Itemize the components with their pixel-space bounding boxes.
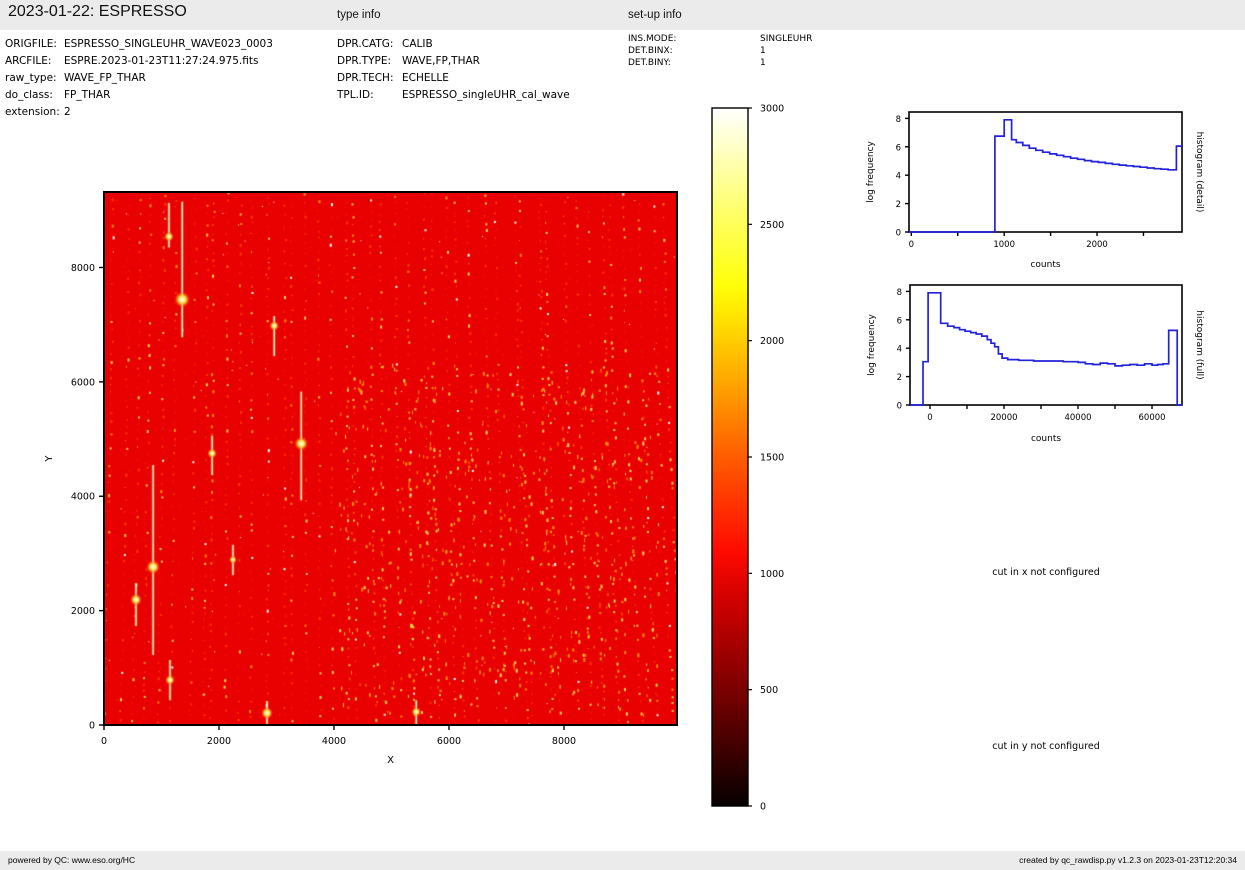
svg-text:0: 0 [760, 802, 766, 813]
svg-text:20000: 20000 [990, 413, 1017, 423]
field-value: CALIB [402, 38, 433, 50]
svg-text:histogram (full): histogram (full) [1194, 310, 1204, 379]
file-info-row: do_class:FP_THAR [5, 87, 273, 104]
field-value: SINGLEUHR [760, 34, 812, 44]
field-label: extension: [5, 104, 64, 121]
svg-text:0: 0 [89, 721, 95, 732]
field-label: DPR.CATG: [337, 36, 402, 53]
type-info-heading: type info [337, 9, 380, 21]
svg-text:2: 2 [896, 200, 901, 210]
svg-text:log frequency: log frequency [866, 140, 876, 202]
field-value: WAVE_FP_THAR [64, 72, 146, 84]
svg-text:counts: counts [1031, 434, 1061, 444]
field-label: INS.MODE: [628, 33, 760, 45]
setup-info-block: INS.MODE:SINGLEUHR DET.BINX:1 DET.BINY:1 [628, 33, 812, 69]
file-info-row: ORIGFILE:ESPRESSO_SINGLEUHR_WAVE023_0003 [5, 36, 273, 53]
field-label: do_class: [5, 87, 64, 104]
svg-text:0: 0 [101, 736, 107, 747]
svg-text:6000: 6000 [437, 736, 461, 747]
field-label: ORIGFILE: [5, 36, 64, 53]
svg-text:2000: 2000 [207, 736, 231, 747]
svg-text:2000: 2000 [1086, 240, 1108, 250]
setup-info-heading: set-up info [628, 9, 682, 21]
file-info-row: ARCFILE:ESPRE.2023-01-23T11:27:24.975.fi… [5, 53, 273, 70]
field-value: ECHELLE [402, 72, 449, 84]
header-bar: 2023-01-22: ESPRESSO type info set-up in… [0, 0, 1245, 30]
svg-text:1500: 1500 [760, 453, 784, 464]
field-label: TPL.ID: [337, 87, 402, 104]
svg-text:60000: 60000 [1139, 413, 1166, 423]
field-value: 1 [760, 46, 766, 56]
svg-text:8000: 8000 [71, 263, 95, 274]
svg-text:X: X [387, 755, 394, 766]
field-value: ESPRE.2023-01-23T11:27:24.975.fits [64, 55, 258, 67]
svg-text:3000: 3000 [760, 104, 784, 115]
svg-text:6000: 6000 [71, 377, 95, 388]
field-label: DET.BINX: [628, 45, 760, 57]
field-value: WAVE,FP,THAR [402, 55, 480, 67]
svg-text:500: 500 [760, 685, 778, 696]
cut-y-message: cut in y not configured [926, 741, 1166, 752]
field-value: 2 [64, 106, 71, 118]
qc-report-page: 2023-01-22: ESPRESSO type info set-up in… [0, 0, 1245, 870]
svg-text:4000: 4000 [322, 736, 346, 747]
file-info-row: extension:2 [5, 104, 273, 121]
field-label: DPR.TYPE: [337, 53, 402, 70]
field-label: raw_type: [5, 70, 64, 87]
setup-info-row: DET.BINX:1 [628, 45, 812, 57]
setup-info-row: DET.BINY:1 [628, 57, 812, 69]
svg-text:6: 6 [897, 316, 902, 326]
type-info-row: DPR.CATG:CALIB [337, 36, 570, 53]
field-label: ARCFILE: [5, 53, 64, 70]
field-value: 1 [760, 58, 766, 68]
svg-text:1000: 1000 [760, 569, 784, 580]
svg-text:8: 8 [897, 288, 902, 298]
type-info-block: DPR.CATG:CALIB DPR.TYPE:WAVE,FP,THAR DPR… [337, 36, 570, 104]
svg-text:0: 0 [927, 413, 932, 423]
svg-text:2: 2 [897, 373, 902, 383]
colorbar-gradient [712, 108, 748, 806]
type-info-row: TPL.ID:ESPRESSO_singleUHR_cal_wave [337, 87, 570, 104]
svg-text:4000: 4000 [71, 492, 95, 503]
file-info-row: raw_type:WAVE_FP_THAR [5, 70, 273, 87]
svg-text:2500: 2500 [760, 220, 784, 231]
field-value: FP_THAR [64, 89, 110, 101]
file-info-block: ORIGFILE:ESPRESSO_SINGLEUHR_WAVE023_0003… [5, 36, 273, 121]
svg-text:4: 4 [897, 345, 902, 355]
svg-text:counts: counts [1030, 260, 1060, 270]
page-title: 2023-01-22: ESPRESSO [8, 3, 187, 21]
type-info-row: DPR.TECH:ECHELLE [337, 70, 570, 87]
svg-text:histogram (detail): histogram (detail) [1194, 132, 1204, 213]
svg-text:8: 8 [896, 115, 901, 125]
setup-info-row: INS.MODE:SINGLEUHR [628, 33, 812, 45]
footer-bar: powered by QC: www.eso.org/HC created by… [0, 851, 1245, 870]
field-label: DPR.TECH: [337, 70, 402, 87]
svg-text:0: 0 [909, 240, 914, 250]
svg-text:0: 0 [897, 402, 902, 412]
svg-text:4: 4 [896, 172, 901, 182]
svg-text:Y: Y [44, 455, 55, 463]
svg-text:2000: 2000 [71, 606, 95, 617]
field-value: ESPRESSO_singleUHR_cal_wave [402, 89, 570, 101]
svg-text:2000: 2000 [760, 336, 784, 347]
field-label: DET.BINY: [628, 57, 760, 69]
footer-created-by: created by qc_rawdisp.py v1.2.3 on 2023-… [1019, 851, 1237, 870]
svg-text:40000: 40000 [1064, 413, 1091, 423]
svg-text:0: 0 [896, 229, 901, 239]
raw-detector-image [104, 192, 677, 725]
svg-text:log frequency: log frequency [867, 313, 877, 375]
cut-x-message: cut in x not configured [926, 567, 1166, 578]
type-info-row: DPR.TYPE:WAVE,FP,THAR [337, 53, 570, 70]
svg-text:1000: 1000 [993, 240, 1015, 250]
footer-powered-by: powered by QC: www.eso.org/HC [8, 851, 135, 870]
svg-text:6: 6 [896, 143, 901, 153]
field-value: ESPRESSO_SINGLEUHR_WAVE023_0003 [64, 38, 273, 50]
svg-text:8000: 8000 [552, 736, 576, 747]
